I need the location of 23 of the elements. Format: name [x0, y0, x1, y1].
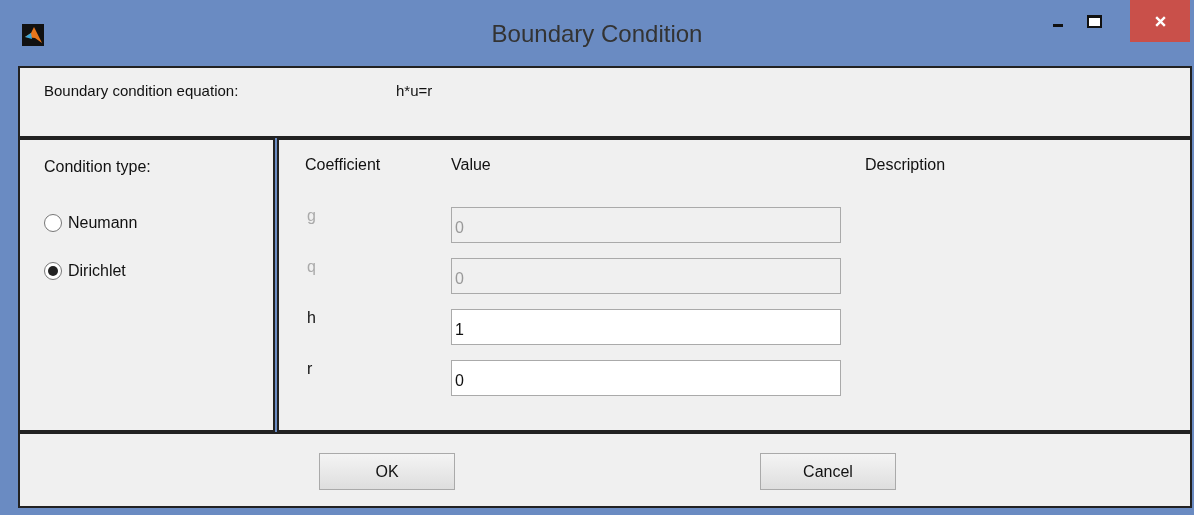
condition-type-label: Condition type: — [44, 158, 152, 176]
dialog-button[interactable]: OK — [319, 453, 455, 490]
radio-button[interactable] — [44, 214, 62, 232]
radio-button[interactable] — [44, 262, 62, 280]
radio-label[interactable]: Neumann — [68, 214, 138, 232]
close-icon — [1153, 14, 1167, 28]
coefficient-header: Coefficient — [305, 156, 382, 175]
equation-label: Boundary condition equation: — [44, 82, 240, 99]
coefficient-name: q — [306, 258, 317, 276]
minimize-icon — [1053, 23, 1063, 27]
maximize-icon — [1086, 14, 1102, 28]
value-field[interactable]: 1 — [451, 309, 841, 345]
coefficient-name: g — [306, 207, 317, 225]
radio-label[interactable]: Dirichlet — [68, 262, 126, 280]
description-header: Description — [864, 156, 947, 175]
value-field[interactable]: 0 — [451, 360, 841, 396]
value-header: Value — [451, 156, 492, 175]
coefficient-name: r — [306, 360, 314, 378]
equation-text: h*u=r — [396, 82, 433, 99]
app-icon — [22, 24, 44, 46]
window-title: Boundary Condition — [491, 20, 703, 48]
coefficient-name: h — [306, 309, 317, 327]
dialog-button[interactable]: Cancel — [760, 453, 896, 490]
